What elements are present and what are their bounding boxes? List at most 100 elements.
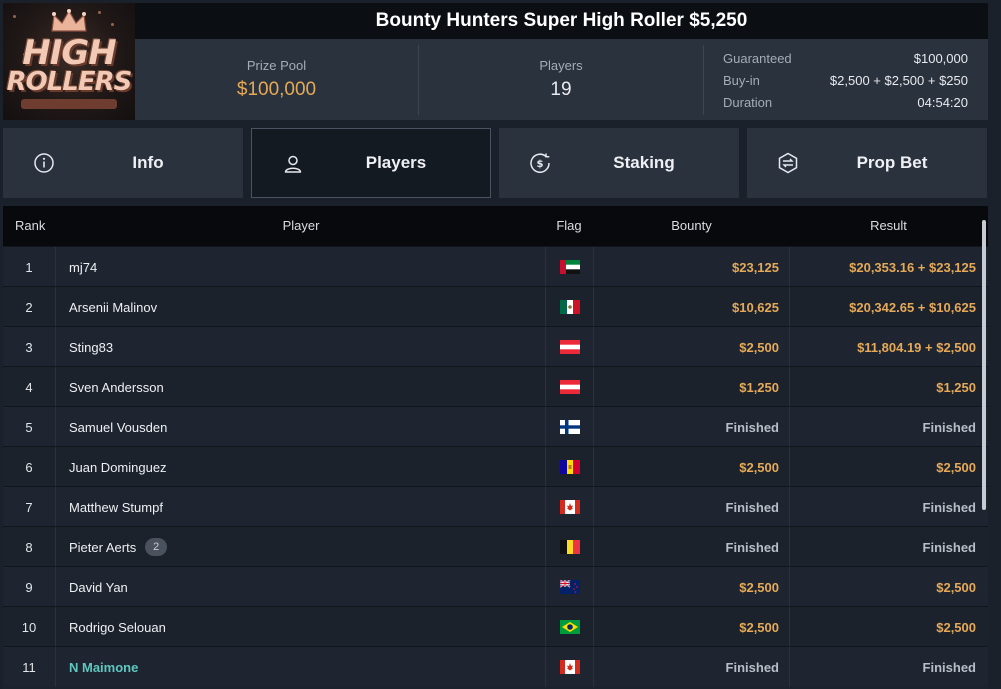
bounty-cell: $2,500 (594, 447, 790, 487)
rank-cell: 11 (3, 647, 56, 687)
logo-text-rollers: ROLLERS (6, 67, 133, 97)
high-rollers-logo: HIGH ROLLERS (3, 3, 135, 120)
bounty-cell: Finished (594, 407, 790, 447)
table-row[interactable]: 8 Pieter Aerts 2 Finished Finished (3, 526, 988, 567)
flag-uae-icon (546, 247, 594, 287)
table-row[interactable]: 5 Samuel Vousden Finished Finished (3, 406, 988, 447)
player-name[interactable]: N Maimone (56, 647, 546, 687)
detail-row-duration: Duration 04:54:20 (723, 94, 968, 110)
player-name: David Yan (56, 567, 546, 607)
bounty-cell: Finished (594, 527, 790, 567)
result-cell: $11,804.19 + $2,500 (857, 339, 976, 355)
flag-brazil-icon (546, 607, 594, 647)
table-row[interactable]: 7 Matthew Stumpf Finished Finished (3, 486, 988, 527)
result-cell: $2,500 (936, 579, 976, 595)
rank-cell: 9 (3, 567, 56, 607)
flag-belgium-icon (546, 527, 594, 567)
player-name: Samuel Vousden (56, 407, 546, 447)
result-cell: Finished (922, 499, 976, 515)
rank-cell: 6 (3, 447, 56, 487)
player-name-text: N Maimone (69, 659, 139, 675)
rank-cell: 3 (3, 327, 56, 367)
result-cell: $2,500 (936, 619, 976, 635)
player-name-text: Arsenii Malinov (69, 299, 158, 315)
tournament-details: Guaranteed $100,000 Buy-in $2,500 + $2,5… (723, 47, 968, 113)
flag-canada-icon (546, 487, 594, 527)
bounty-cell: $10,625 (594, 287, 790, 327)
tournament-header: HIGH ROLLERS Bounty Hunters Super High R… (0, 0, 1001, 122)
flag-canada-icon (546, 647, 594, 687)
tab-players[interactable]: Players (251, 128, 491, 198)
players-table: Rank Player Flag Bounty Result 1 mj74 $23,… (3, 206, 988, 689)
result-cell: Finished (922, 539, 976, 555)
table-row[interactable]: 10 Rodrigo Selouan $2,500 $2,500 (3, 606, 988, 647)
header-flag[interactable]: Flag (544, 206, 594, 246)
players-value: 19 (550, 79, 572, 100)
players-stat: Players 19 (419, 39, 703, 120)
flag-mexico-icon (546, 287, 594, 327)
dollar-coin-icon: $ (530, 153, 550, 173)
tab-info[interactable]: Info (3, 128, 243, 198)
detail-row-buy-in: Buy-in $2,500 + $2,500 + $250 (723, 72, 968, 88)
table-row[interactable]: 1 mj74 $23,125 $20,353.16 + $23,125 (3, 246, 988, 287)
player-name-text: Sven Andersson (69, 379, 164, 395)
result-cell: $2,500 (936, 459, 976, 475)
bounty-cell: Finished (594, 647, 790, 687)
table-row[interactable]: 4 Sven Andersson $1,250 $1,250 (3, 366, 988, 407)
header-rank[interactable]: Rank (15, 206, 45, 246)
result-cell: $20,353.16 + $23,125 (849, 259, 976, 275)
player-name: Arsenii Malinov (56, 287, 546, 327)
result-cell: $20,342.65 + $10,625 (849, 299, 976, 315)
rank-cell: 1 (3, 247, 56, 287)
prize-pool-stat: Prize Pool $100,000 (135, 39, 418, 120)
player-name-text: Matthew Stumpf (69, 499, 163, 515)
rank-cell: 8 (3, 527, 56, 567)
player-name-text: Pieter Aerts (69, 539, 137, 555)
player-name: Sven Andersson (56, 367, 546, 407)
bounty-cell: $2,500 (594, 567, 790, 607)
table-scrollbar[interactable] (982, 220, 986, 510)
result-cell: $1,250 (936, 379, 976, 395)
table-row[interactable]: 9 David Yan $2,500 $2,500 (3, 566, 988, 607)
bounty-cell: Finished (594, 487, 790, 527)
detail-row-guaranteed: Guaranteed $100,000 (723, 50, 968, 66)
svg-text:$: $ (537, 159, 544, 170)
tab-staking[interactable]: $ Staking (499, 128, 739, 198)
rank-cell: 4 (3, 367, 56, 407)
bounty-cell: $2,500 (594, 327, 790, 367)
header-player[interactable]: Player (56, 206, 546, 246)
tournament-stats: Prize Pool $100,000 Players 19 Guarantee… (135, 39, 988, 120)
prize-pool-label: Prize Pool (246, 58, 307, 73)
table-row[interactable]: 3 Sting83 $2,500 $11,804.19 + $2,500 (3, 326, 988, 367)
logo-ribbon (21, 99, 117, 109)
player-name-text: David Yan (69, 579, 128, 595)
prop-bet-icon (778, 152, 798, 174)
header-bounty[interactable]: Bounty (593, 206, 790, 246)
table-row[interactable]: 11 N Maimone Finished Finished (3, 646, 988, 687)
tab-prop-bet[interactable]: Prop Bet (747, 128, 987, 198)
player-name-text: mj74 (69, 259, 98, 275)
tournament-title: Bounty Hunters Super High Roller $5,250 (135, 3, 988, 39)
flag-new-zealand-icon (546, 567, 594, 607)
result-cell: Finished (922, 659, 976, 675)
bounty-cell: $2,500 (594, 607, 790, 647)
flag-andorra-icon (546, 447, 594, 487)
entries-badge: 2 (145, 538, 168, 556)
result-cell: Finished (922, 419, 976, 435)
user-icon (284, 155, 302, 173)
table-row[interactable]: 6 Juan Dominguez $2,500 $2,500 (3, 446, 988, 487)
bounty-cell: $23,125 (594, 247, 790, 287)
flag-austria-icon (546, 367, 594, 407)
rank-cell: 7 (3, 487, 56, 527)
player-name: Pieter Aerts 2 (56, 527, 546, 567)
bounty-cell: $1,250 (594, 367, 790, 407)
player-name-text: Samuel Vousden (69, 419, 168, 435)
rank-cell: 10 (3, 607, 56, 647)
rank-cell: 5 (3, 407, 56, 447)
header-result[interactable]: Result (789, 206, 988, 246)
player-name: Matthew Stumpf (56, 487, 546, 527)
player-name: Juan Dominguez (56, 447, 546, 487)
player-name-text: Rodrigo Selouan (69, 619, 166, 635)
crown-icon (51, 9, 87, 32)
table-row[interactable]: 2 Arsenii Malinov $10,625 $20,342.65 + $10,… (3, 286, 988, 327)
